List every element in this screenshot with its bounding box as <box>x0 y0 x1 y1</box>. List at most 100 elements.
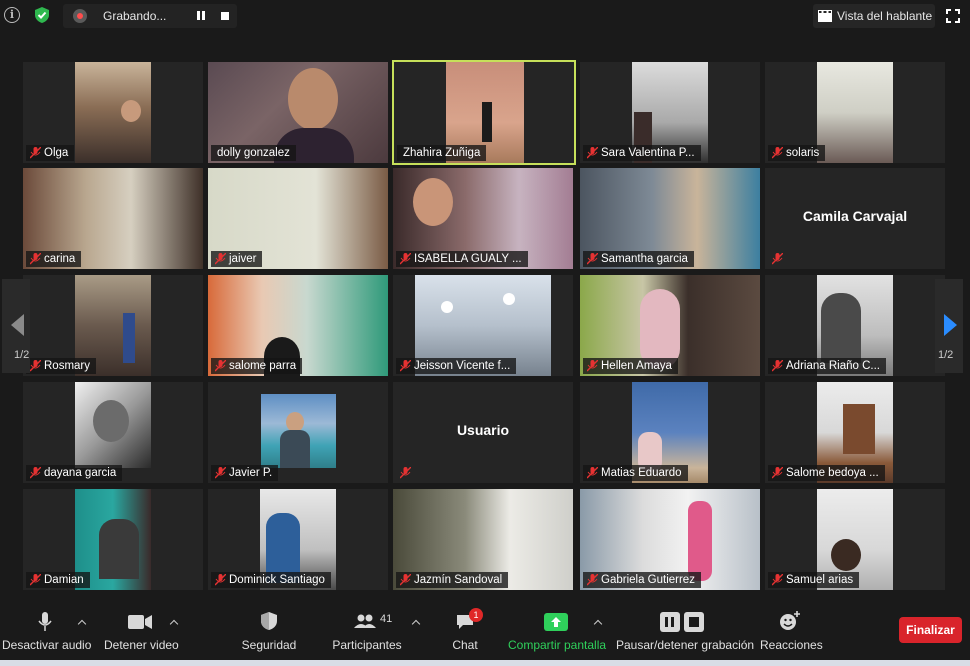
speaker-view-icon <box>818 10 832 22</box>
participant-name: Jazmín Sandoval <box>396 572 509 588</box>
info-icon[interactable]: i <box>4 7 20 23</box>
reactions-button[interactable]: Reacciones <box>760 606 823 660</box>
participant-display-name: Usuario <box>456 422 510 438</box>
video-tile[interactable]: Javier P. <box>208 382 388 483</box>
video-tile[interactable]: Matias Eduardo <box>580 382 760 483</box>
muted-mic-icon <box>587 467 598 479</box>
stop-recording-button-icon <box>684 612 704 632</box>
muted-mic-icon <box>772 467 783 479</box>
video-tile-active-speaker[interactable]: Zhahira Zuñiga <box>392 60 576 165</box>
participant-name: Zhahira Zuñiga <box>397 145 487 161</box>
video-tile[interactable]: Dominick Santiago <box>208 489 388 590</box>
share-options-caret-icon[interactable] <box>594 618 602 626</box>
muted-mic-icon <box>30 147 41 159</box>
microphone-icon <box>38 612 52 631</box>
chat-label: Chat <box>452 638 478 652</box>
video-tile[interactable]: jaiver <box>208 168 388 269</box>
participant-name: dolly gonzalez <box>211 145 296 161</box>
video-tile[interactable]: dolly gonzalez <box>208 62 388 163</box>
pause-recording-icon[interactable] <box>196 10 206 21</box>
participants-button[interactable]: 41 Participantes <box>332 606 402 660</box>
video-tile[interactable]: Rosmary <box>23 275 203 376</box>
muted-mic-icon <box>400 253 411 265</box>
speaker-view-label: Vista del hablante <box>837 9 933 23</box>
participant-name: jaiver <box>211 251 263 267</box>
security-button[interactable]: Seguridad <box>238 606 300 660</box>
pause-recording-button-icon <box>660 612 680 632</box>
pause-stop-recording-button[interactable]: Pausar/detener grabación <box>616 606 755 660</box>
video-tile[interactable]: ISABELLA GUALY ... <box>393 168 573 269</box>
muted-mic-icon <box>772 253 783 265</box>
chat-unread-badge: 1 <box>469 608 483 622</box>
recording-indicator: Grabando... <box>63 4 237 28</box>
mute-label: Desactivar audio <box>2 638 92 652</box>
reactions-smiley-icon <box>780 611 800 630</box>
video-label: Detener video <box>104 638 179 652</box>
participants-count: 41 <box>380 613 393 625</box>
muted-mic-icon <box>587 360 598 372</box>
participant-name: dayana garcia <box>26 465 123 481</box>
video-camera-icon <box>128 615 152 629</box>
recording-icon <box>73 9 87 23</box>
participants-options-caret-icon[interactable] <box>412 618 420 626</box>
participant-name: solaris <box>768 145 826 161</box>
video-tile[interactable]: carina <box>23 168 203 269</box>
security-label: Seguridad <box>241 638 297 652</box>
taskbar-strip <box>0 660 970 666</box>
audio-options-caret-icon[interactable] <box>78 618 86 626</box>
recording-controls-label: Pausar/detener grabación <box>616 638 755 652</box>
participants-icon <box>354 614 376 628</box>
page-indicator-right: 1/2 <box>938 349 954 361</box>
fullscreen-icon[interactable] <box>946 9 960 23</box>
reactions-label: Reacciones <box>760 638 823 652</box>
video-tile[interactable]: Gabriela Gutierrez <box>580 489 760 590</box>
participant-name: carina <box>26 251 82 267</box>
muted-mic-icon <box>400 360 411 372</box>
security-shield-icon <box>261 612 277 630</box>
video-tile[interactable]: Jazmín Sandoval <box>393 489 573 590</box>
participants-label: Participantes <box>332 638 402 652</box>
video-tile[interactable]: Hellen Amaya <box>580 275 760 376</box>
video-tile[interactable]: Sara Valentina P... <box>580 62 760 163</box>
participant-name: Salome bedoya ... <box>768 465 885 481</box>
stop-recording-icon[interactable] <box>221 12 229 20</box>
share-screen-button[interactable]: Compartir pantalla <box>508 606 606 660</box>
participant-name <box>396 465 420 481</box>
video-tile[interactable]: Samantha garcia <box>580 168 760 269</box>
end-meeting-button[interactable]: Finalizar <box>899 617 962 643</box>
video-tile-camera-off[interactable]: Camila Carvajal <box>765 168 945 269</box>
mute-button[interactable]: Desactivar audio <box>2 606 92 660</box>
muted-mic-icon <box>587 147 598 159</box>
participant-name: ISABELLA GUALY ... <box>396 251 528 267</box>
muted-mic-icon <box>400 574 411 586</box>
speaker-view-button[interactable]: Vista del hablante <box>813 4 935 28</box>
muted-mic-icon <box>215 467 226 479</box>
video-tile-camera-off[interactable]: Usuario <box>393 382 573 483</box>
video-tile[interactable]: dayana garcia <box>23 382 203 483</box>
participant-display-name: Camila Carvajal <box>802 208 908 224</box>
muted-mic-icon <box>772 360 783 372</box>
muted-mic-icon <box>772 147 783 159</box>
video-tile[interactable]: Jeisson Vicente f... <box>393 275 573 376</box>
participant-name <box>768 251 792 267</box>
video-tile[interactable]: solaris <box>765 62 945 163</box>
video-tile[interactable]: salome parra <box>208 275 388 376</box>
chat-button[interactable]: 1 Chat <box>446 606 484 660</box>
video-tile[interactable]: Samuel arias <box>765 489 945 590</box>
video-tile[interactable]: Damian <box>23 489 203 590</box>
video-tile[interactable]: Adriana Riaño C... <box>765 275 945 376</box>
muted-mic-icon <box>30 253 41 265</box>
muted-mic-icon <box>772 574 783 586</box>
participant-name: Hellen Amaya <box>583 358 678 374</box>
muted-mic-icon <box>215 360 226 372</box>
encryption-shield-icon[interactable] <box>33 6 51 24</box>
participant-name: Matias Eduardo <box>583 465 688 481</box>
video-tile[interactable]: Salome bedoya ... <box>765 382 945 483</box>
chevron-left-icon <box>11 314 24 336</box>
top-bar: i Grabando... Vista del hablante <box>0 0 970 32</box>
participant-name: Sara Valentina P... <box>583 145 701 161</box>
participant-name: Olga <box>26 145 75 161</box>
video-tile[interactable]: Olga <box>23 62 203 163</box>
video-options-caret-icon[interactable] <box>170 618 178 626</box>
stop-video-button[interactable]: Detener video <box>104 606 179 660</box>
